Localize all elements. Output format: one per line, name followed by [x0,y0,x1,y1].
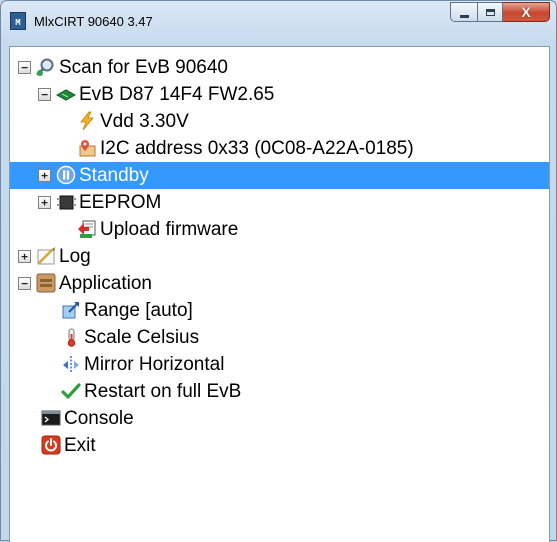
tree-item-label: Restart on full EvB [84,381,242,402]
tree-item-console[interactable]: Console [10,405,549,432]
tree-item-label: EEPROM [79,192,162,213]
tree-item-standby[interactable]: + Standby [10,162,549,189]
maximize-button[interactable] [477,2,503,22]
mirror-icon [61,354,81,374]
address-pin-icon [77,138,97,158]
window-title: MlxCIRT 90640 3.47 [34,14,153,29]
tree-view[interactable]: − Scan for EvB 90640− EvB D87 14F4 FW2.65 V… [9,46,550,542]
tree-item-range-auto[interactable]: Range [auto] [10,297,549,324]
caption-buttons: X [450,2,550,22]
app-logo-icon: M [10,12,26,30]
tree-item-i2c-address-0x33-0c08-a22a-0185[interactable]: I2C address 0x33 (0C08-A22A-0185) [10,135,549,162]
tree-item-label: Log [59,246,91,267]
tree-item-label: Exit [64,435,96,456]
power-icon [41,435,61,455]
tree-item-label: Mirror Horizontal [84,354,225,375]
tree-item-label: EvB D87 14F4 FW2.65 [79,84,275,105]
chip-icon [56,192,76,212]
lightning-icon [77,111,97,131]
tree-item-upload-firmware[interactable]: Upload firmware [10,216,549,243]
tree-item-label: Range [auto] [84,300,193,321]
tree-item-label: Scan for EvB 90640 [59,57,228,78]
board-icon [56,84,76,104]
tree-item-label: Standby [79,165,149,186]
tree-item-mirror-horizontal[interactable]: Mirror Horizontal [10,351,549,378]
collapse-icon[interactable]: − [18,61,31,74]
collapse-icon[interactable]: − [18,277,31,290]
app-window: M MlxCIRT 90640 3.47 X − Scan for EvB 906… [0,0,557,542]
tree-item-application[interactable]: − Application [10,270,549,297]
tree-item-label: Console [64,408,134,429]
tree-item-scan-for-evb-90640[interactable]: − Scan for EvB 90640 [10,54,549,81]
tree-item-restart-on-full-evb[interactable]: Restart on full EvB [10,378,549,405]
console-icon [41,408,61,428]
tree-item-log[interactable]: + Log [10,243,549,270]
minimize-button[interactable] [450,2,477,22]
collapse-icon[interactable]: − [38,88,51,101]
thermometer-icon [61,327,81,347]
pause-icon [56,165,76,185]
expand-icon[interactable]: + [18,250,31,263]
tree-item-evb-d87-14f4-fw2-65[interactable]: − EvB D87 14F4 FW2.65 [10,81,549,108]
tree-item-label: Scale Celsius [84,327,200,348]
tree-item-eeprom[interactable]: + EEPROM [10,189,549,216]
close-icon: X [521,4,531,20]
tree-item-vdd-3-30v[interactable]: Vdd 3.30V [10,108,549,135]
tree-item-scale-celsius[interactable]: Scale Celsius [10,324,549,351]
tree-item-label: I2C address 0x33 (0C08-A22A-0185) [100,138,414,159]
maximize-icon [485,8,495,16]
tree-item-exit[interactable]: Exit [10,432,549,459]
tree-item-label: Upload firmware [100,219,239,240]
expand-icon[interactable]: + [38,169,51,182]
range-icon [61,300,81,320]
title-bar[interactable]: M MlxCIRT 90640 3.47 X [1,1,556,45]
close-button[interactable]: X [503,2,550,22]
application-icon [36,273,56,293]
log-icon [36,246,56,266]
tree-item-label: Vdd 3.30V [100,111,189,132]
minimize-icon [459,14,469,18]
magnifier-icon [36,57,56,77]
upload-icon [77,219,97,239]
checkmark-icon [61,381,81,401]
tree-item-label: Application [59,273,152,294]
expand-icon[interactable]: + [38,196,51,209]
